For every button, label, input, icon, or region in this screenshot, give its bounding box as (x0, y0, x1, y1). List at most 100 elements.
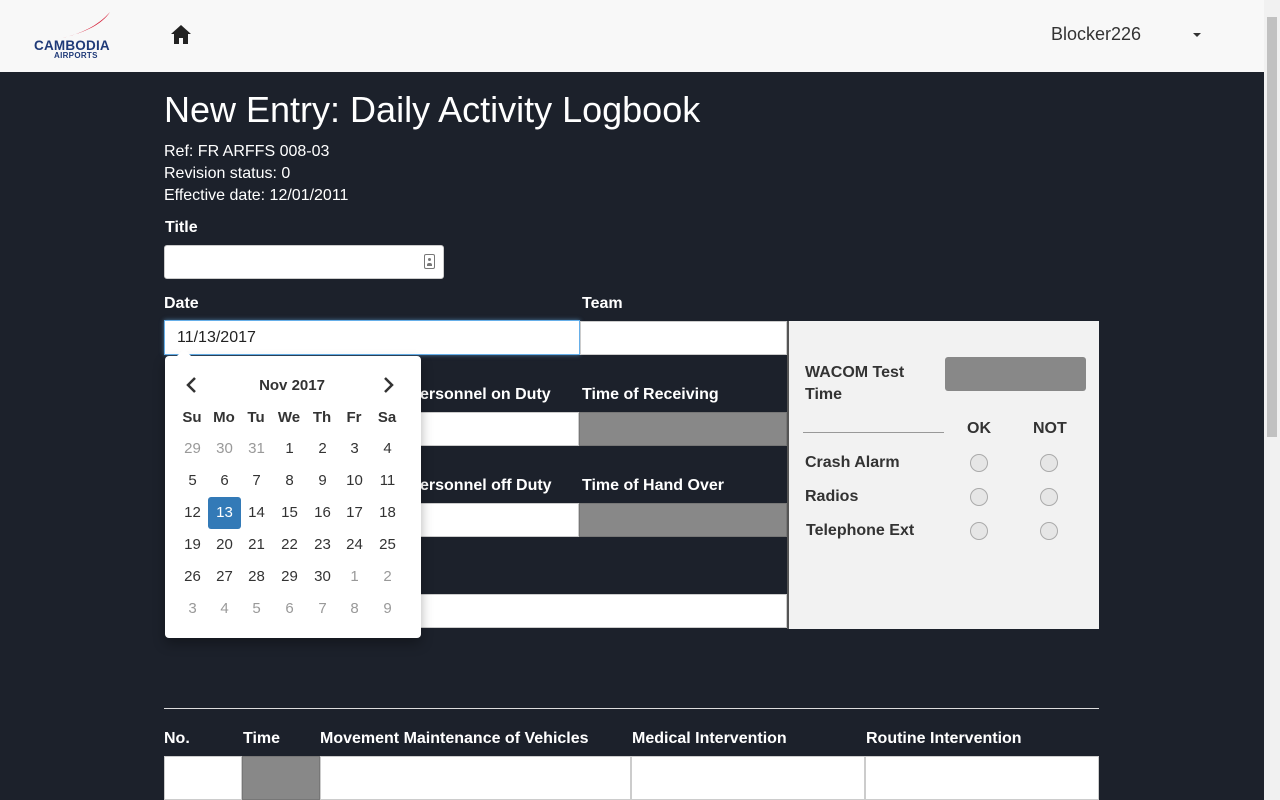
calendar-day[interactable]: 30 (208, 433, 241, 465)
remarks-input[interactable] (420, 594, 787, 628)
medical-intervention-input[interactable] (631, 756, 865, 800)
datepicker-pointer (177, 349, 191, 356)
caret-down-icon[interactable] (1193, 33, 1201, 37)
calendar-day[interactable]: 19 (176, 529, 209, 561)
calendar-day[interactable]: 21 (240, 529, 273, 561)
col-header-no: No. (164, 730, 190, 747)
weekday-header: Fr (346, 409, 362, 426)
calendar-day[interactable]: 6 (273, 593, 306, 625)
date-input[interactable]: 11/13/2017 (164, 320, 580, 355)
calendar-day[interactable]: 9 (371, 593, 404, 625)
revision-text: Revision status: 0 (164, 165, 291, 182)
time-of-hand-over-input[interactable] (579, 503, 787, 537)
calendar-day[interactable]: 11 (371, 465, 404, 497)
wacom-test-label-line2: Time (805, 386, 843, 403)
radios-ok-radio[interactable] (970, 488, 988, 506)
calendar-day[interactable]: 1 (273, 433, 306, 465)
calendar-day[interactable]: 17 (338, 497, 371, 529)
wacom-test-time-input[interactable] (945, 357, 1086, 391)
time-input[interactable] (242, 756, 320, 800)
calendar-day[interactable]: 8 (273, 465, 306, 497)
radios-not-radio[interactable] (1040, 488, 1058, 506)
team-input[interactable] (580, 321, 787, 355)
datepicker-popup: Nov 2017 Su Mo Tu We Th Fr Sa 29 30 31 1 2 3 4 5 6 7 8 9 10… (165, 349, 421, 638)
calendar-day[interactable]: 31 (240, 433, 273, 465)
crash-alarm-ok-radio[interactable] (970, 454, 988, 472)
wacom-test-label: WACOM Test (805, 364, 905, 381)
weekday-header: Sa (377, 409, 397, 426)
calendar-day[interactable]: 5 (176, 465, 209, 497)
calendar-day[interactable]: 1 (338, 561, 371, 593)
calendar-day[interactable]: 26 (176, 561, 209, 593)
page-title: New Entry: Daily Activity Logbook (164, 89, 701, 130)
chevron-right-icon[interactable] (377, 374, 399, 396)
team-label: Team (582, 295, 623, 312)
calendar-day[interactable]: 30 (306, 561, 339, 593)
calendar-day[interactable]: 22 (273, 529, 306, 561)
time-of-receiving-label: Time of Receiving (582, 386, 719, 403)
crash-alarm-label: Crash Alarm (805, 454, 900, 471)
logo-subtext: AIRPORTS (54, 51, 98, 60)
user-menu-name[interactable]: Blocker226 (1051, 24, 1141, 45)
routine-intervention-input[interactable] (865, 756, 1099, 800)
crash-alarm-not-radio[interactable] (1040, 454, 1058, 472)
calendar-day[interactable]: 4 (208, 593, 241, 625)
movement-maintenance-input[interactable] (320, 756, 631, 800)
calendar-day[interactable]: 23 (306, 529, 339, 561)
scrollbar[interactable] (1264, 0, 1280, 800)
telephone-ext-ok-radio[interactable] (970, 522, 988, 540)
calendar-day[interactable]: 9 (306, 465, 339, 497)
not-column-header: NOT (1033, 420, 1067, 437)
calendar-day[interactable]: 2 (371, 561, 404, 593)
scrollbar-thumb[interactable] (1267, 17, 1277, 437)
no-input[interactable] (164, 756, 242, 800)
calendar-day[interactable]: 24 (338, 529, 371, 561)
weekday-header: Su (182, 409, 202, 426)
personnel-off-duty-input[interactable] (420, 503, 579, 537)
datepicker-month-title[interactable]: Nov 2017 (237, 377, 347, 394)
weekday-header: We (277, 409, 301, 426)
calendar-day[interactable]: 14 (240, 497, 273, 529)
calendar-day[interactable]: 4 (371, 433, 404, 465)
col-header-movement: Movement Maintenance of Vehicles (320, 730, 589, 747)
personnel-on-duty-input[interactable] (420, 412, 579, 446)
ref-text: Ref: FR ARFFS 008-03 (164, 143, 330, 160)
section-divider (164, 708, 1099, 709)
calendar-day[interactable]: 6 (208, 465, 241, 497)
calendar-day[interactable]: 8 (338, 593, 371, 625)
divider (803, 432, 944, 433)
calendar-day[interactable]: 10 (338, 465, 371, 497)
telephone-ext-not-radio[interactable] (1040, 522, 1058, 540)
calendar-day[interactable]: 18 (371, 497, 404, 529)
calendar-day[interactable]: 15 (273, 497, 306, 529)
calendar-day[interactable]: 29 (273, 561, 306, 593)
col-header-time: Time (243, 730, 281, 747)
calendar-day[interactable]: 3 (338, 433, 371, 465)
personnel-off-duty-label: ersonnel off Duty (420, 477, 552, 494)
calendar-day[interactable]: 29 (176, 433, 209, 465)
calendar-day[interactable]: 16 (306, 497, 339, 529)
col-header-medical: Medical Intervention (632, 730, 787, 747)
title-input[interactable] (164, 245, 444, 279)
calendar-day[interactable]: 28 (240, 561, 273, 593)
calendar-day[interactable]: 3 (176, 593, 209, 625)
cambodia-airports-logo[interactable]: CAMBODIA AIRPORTS (32, 12, 126, 60)
weekday-header: Mo (213, 409, 235, 426)
contact-card-icon[interactable] (424, 254, 435, 269)
weekday-header: Tu (247, 409, 265, 426)
home-icon[interactable] (168, 22, 194, 48)
calendar-day[interactable]: 25 (371, 529, 404, 561)
calendar-day[interactable]: 7 (240, 465, 273, 497)
col-header-routine: Routine Intervention (866, 730, 1022, 747)
calendar-day[interactable]: 7 (306, 593, 339, 625)
top-navbar: CAMBODIA AIRPORTS Blocker226 (0, 0, 1264, 72)
time-of-receiving-input[interactable] (579, 412, 787, 446)
calendar-day[interactable]: 20 (208, 529, 241, 561)
calendar-day[interactable]: 27 (208, 561, 241, 593)
calendar-day-selected[interactable]: 13 (208, 497, 241, 529)
calendar-day[interactable]: 5 (240, 593, 273, 625)
chevron-left-icon[interactable] (181, 374, 203, 396)
calendar-day[interactable]: 12 (176, 497, 209, 529)
effective-date-text: Effective date: 12/01/2011 (164, 187, 349, 204)
calendar-day[interactable]: 2 (306, 433, 339, 465)
